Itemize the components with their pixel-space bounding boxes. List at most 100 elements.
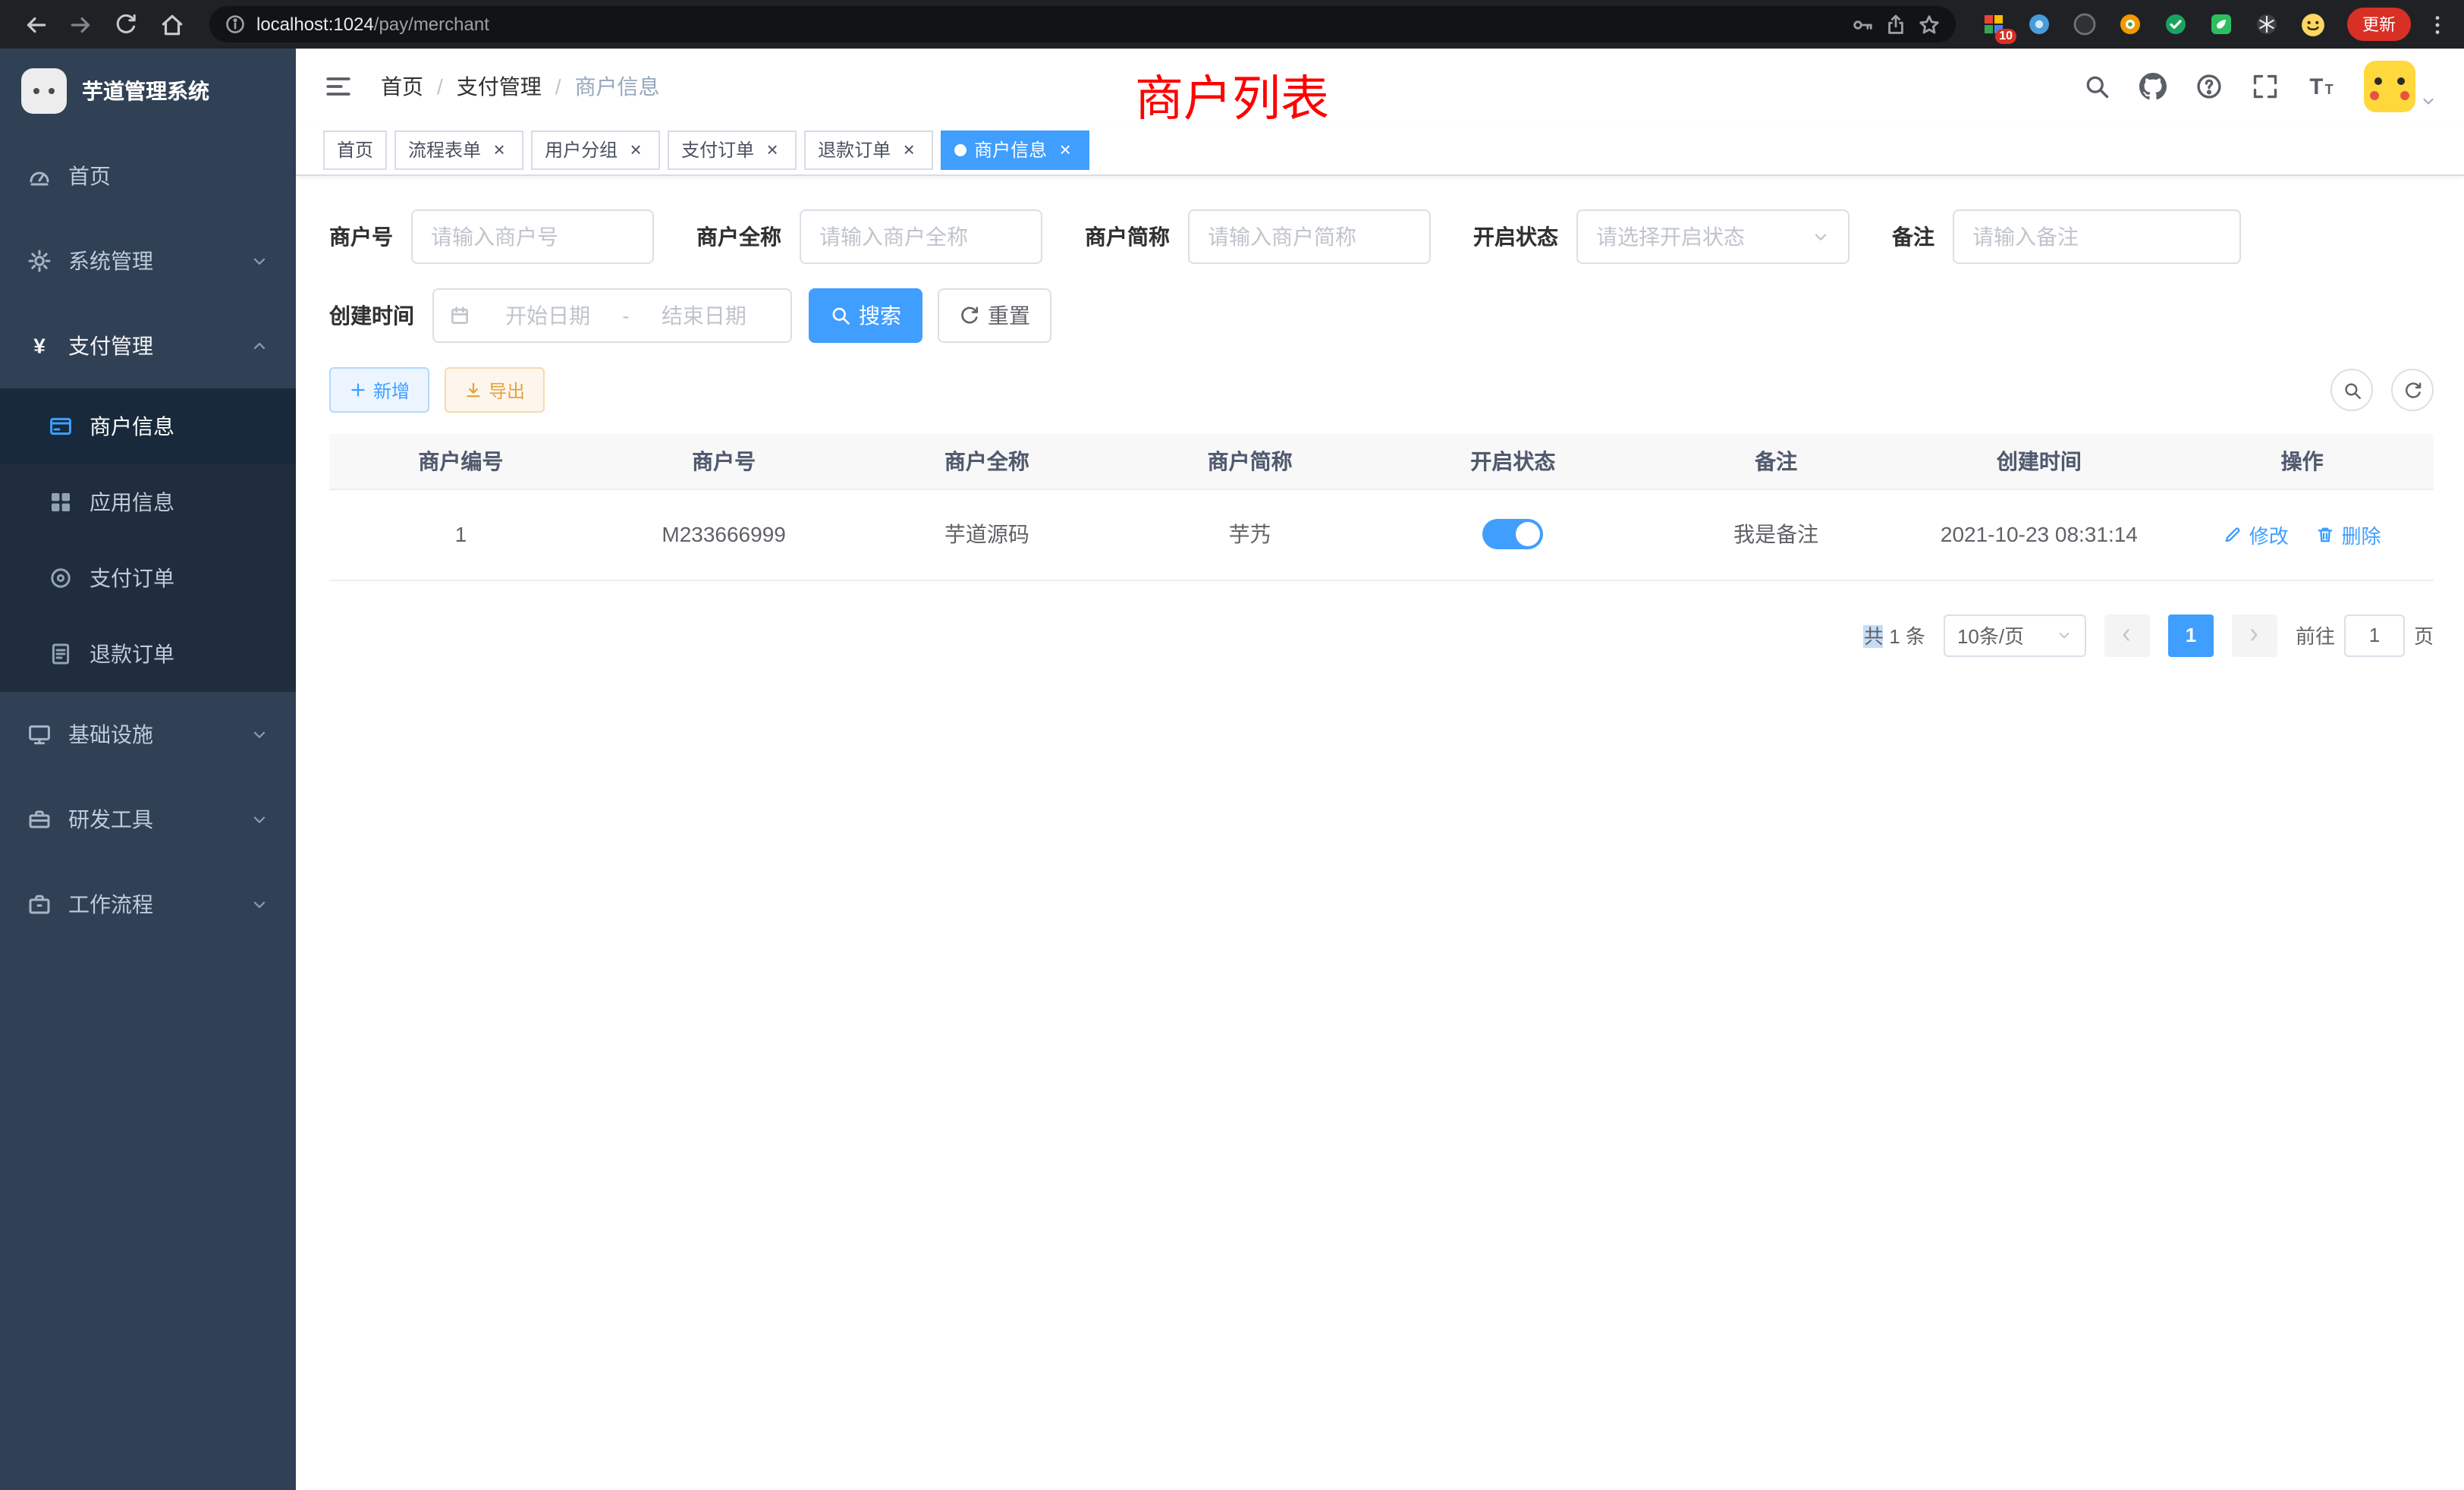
search-icon[interactable] [2083,73,2110,100]
user-menu[interactable] [2364,61,2437,112]
fullscreen-icon[interactable] [2252,73,2279,100]
close-icon[interactable]: × [625,139,646,160]
sidebar-item-merchant-info[interactable]: 商户信息 [0,388,296,464]
svg-text:T: T [2325,82,2334,97]
breadcrumb-home[interactable]: 首页 [381,71,423,102]
column-created-at: 创建时间 [1908,434,2171,489]
refresh-table-button[interactable] [2391,369,2434,411]
extension-dark-icon[interactable] [2068,8,2101,41]
tab-user-group[interactable]: 用户分组 × [531,130,660,169]
column-short-name: 商户简称 [1118,434,1381,489]
date-end-placeholder: 结束日期 [633,300,775,331]
back-button[interactable] [15,6,55,42]
breadcrumb-section[interactable]: 支付管理 [457,71,542,102]
tab-home[interactable]: 首页 [323,130,387,169]
extension-grid-icon[interactable]: 10 [1977,8,2010,41]
forward-button[interactable] [61,6,100,42]
app-logo [21,68,67,114]
delete-link[interactable]: 删除 [2316,520,2381,549]
extension-multicolor-icon[interactable] [2114,8,2147,41]
edit-link[interactable]: 修改 [2224,520,2289,549]
filter-status: 开启状态 请选择开启状态 [1473,209,1850,264]
remark-input[interactable] [1953,209,2241,264]
short-name-input[interactable] [1188,209,1431,264]
prev-page-button[interactable] [2104,614,2150,656]
briefcase-icon [27,892,52,916]
close-icon[interactable]: × [898,139,919,160]
app-body: 芋道管理系统 首页 系统管理 ¥ 支付管理 [0,49,2464,1490]
sidebar: 芋道管理系统 首页 系统管理 ¥ 支付管理 [0,49,296,1490]
search-icon [830,305,851,326]
chevron-up-icon [250,337,269,355]
toggle-search-button[interactable] [2330,369,2373,411]
date-range-picker[interactable]: 开始日期 - 结束日期 [432,288,792,343]
tab-pay-order[interactable]: 支付订单 × [668,130,797,169]
cell-status [1381,489,1645,580]
hamburger-icon[interactable] [323,71,354,102]
extension-blue-icon[interactable] [2022,8,2056,41]
document-icon [49,642,73,666]
export-button[interactable]: 导出 [445,367,545,413]
sidebar-item-dev-tools[interactable]: 研发工具 [0,777,296,862]
filter-remark: 备注 [1892,209,2241,264]
app-logo-row[interactable]: 芋道管理系统 [0,49,296,134]
extension-badge: 10 [1995,29,2016,44]
site-info-icon[interactable] [225,14,246,35]
status-select[interactable]: 请选择开启状态 [1576,209,1850,264]
address-bar[interactable]: localhost:1024/pay/merchant [209,6,1956,42]
extension-green-square-icon[interactable] [2205,8,2238,41]
page-1-button[interactable]: 1 [2168,614,2214,656]
goto-page-input[interactable] [2344,614,2405,656]
sidebar-item-pay-order[interactable]: 支付订单 [0,540,296,616]
search-button[interactable]: 搜索 [809,288,922,343]
table-toolbar: 新增 导出 [329,367,2434,413]
add-button[interactable]: 新增 [329,367,429,413]
browser-menu-icon[interactable] [2426,13,2449,36]
full-name-input[interactable] [800,209,1042,264]
close-icon[interactable]: × [1054,139,1076,160]
merchant-no-input[interactable] [411,209,654,264]
sidebar-item-system[interactable]: 系统管理 [0,218,296,303]
sidebar-item-workflow[interactable]: 工作流程 [0,862,296,947]
chevron-down-icon [250,725,269,743]
column-actions: 操作 [2170,434,2434,489]
gear-icon [27,249,52,273]
tab-merchant-info[interactable]: 商户信息 × [941,130,1089,169]
app-title: 芋道管理系统 [82,76,209,106]
yen-icon: ¥ [27,334,52,358]
help-icon[interactable] [2195,73,2223,100]
share-icon[interactable] [1884,13,1907,36]
extension-pinwheel-icon[interactable] [2250,8,2283,41]
status-toggle[interactable] [1482,519,1543,549]
tab-process-form[interactable]: 流程表单 × [394,130,523,169]
page-size-select[interactable]: 10条/页 [1944,614,2086,656]
sidebar-item-infra[interactable]: 基础设施 [0,692,296,777]
chevron-down-icon [250,810,269,828]
font-size-icon[interactable]: TT [2308,73,2335,100]
github-icon[interactable] [2139,73,2167,100]
table-toolbar-right [2330,369,2434,411]
filter-short-name: 商户简称 [1085,209,1431,264]
close-icon[interactable]: × [489,139,510,160]
next-page-button[interactable] [2232,614,2277,656]
tab-refund-order[interactable]: 退款订单 × [804,130,933,169]
home-button[interactable] [152,6,191,42]
bookmark-star-icon[interactable] [1918,13,1941,36]
page-content: 商户号 商户全称 商户简称 开启状态 请选择开启状态 [296,176,2464,1490]
sidebar-item-app-info[interactable]: 应用信息 [0,464,296,540]
reload-button[interactable] [106,6,146,42]
extension-green-check-icon[interactable] [2159,8,2192,41]
password-key-icon[interactable] [1851,13,1874,36]
svg-text:T: T [2309,75,2323,99]
column-remark: 备注 [1645,434,1908,489]
close-icon[interactable]: × [762,139,783,160]
reset-button[interactable]: 重置 [938,288,1051,343]
main-navbar: 首页 / 支付管理 / 商户信息 TT [296,49,2464,124]
chrome-update-button[interactable]: 更新 [2347,8,2411,41]
extension-smiley-icon[interactable] [2296,8,2329,41]
sidebar-item-payment[interactable]: ¥ 支付管理 [0,303,296,388]
sidebar-item-refund-order[interactable]: 退款订单 [0,616,296,692]
sidebar-item-home[interactable]: 首页 [0,134,296,218]
pagination: 共 1 条 10条/页 1 前往 页 [329,614,2434,656]
monitor-icon [27,722,52,747]
